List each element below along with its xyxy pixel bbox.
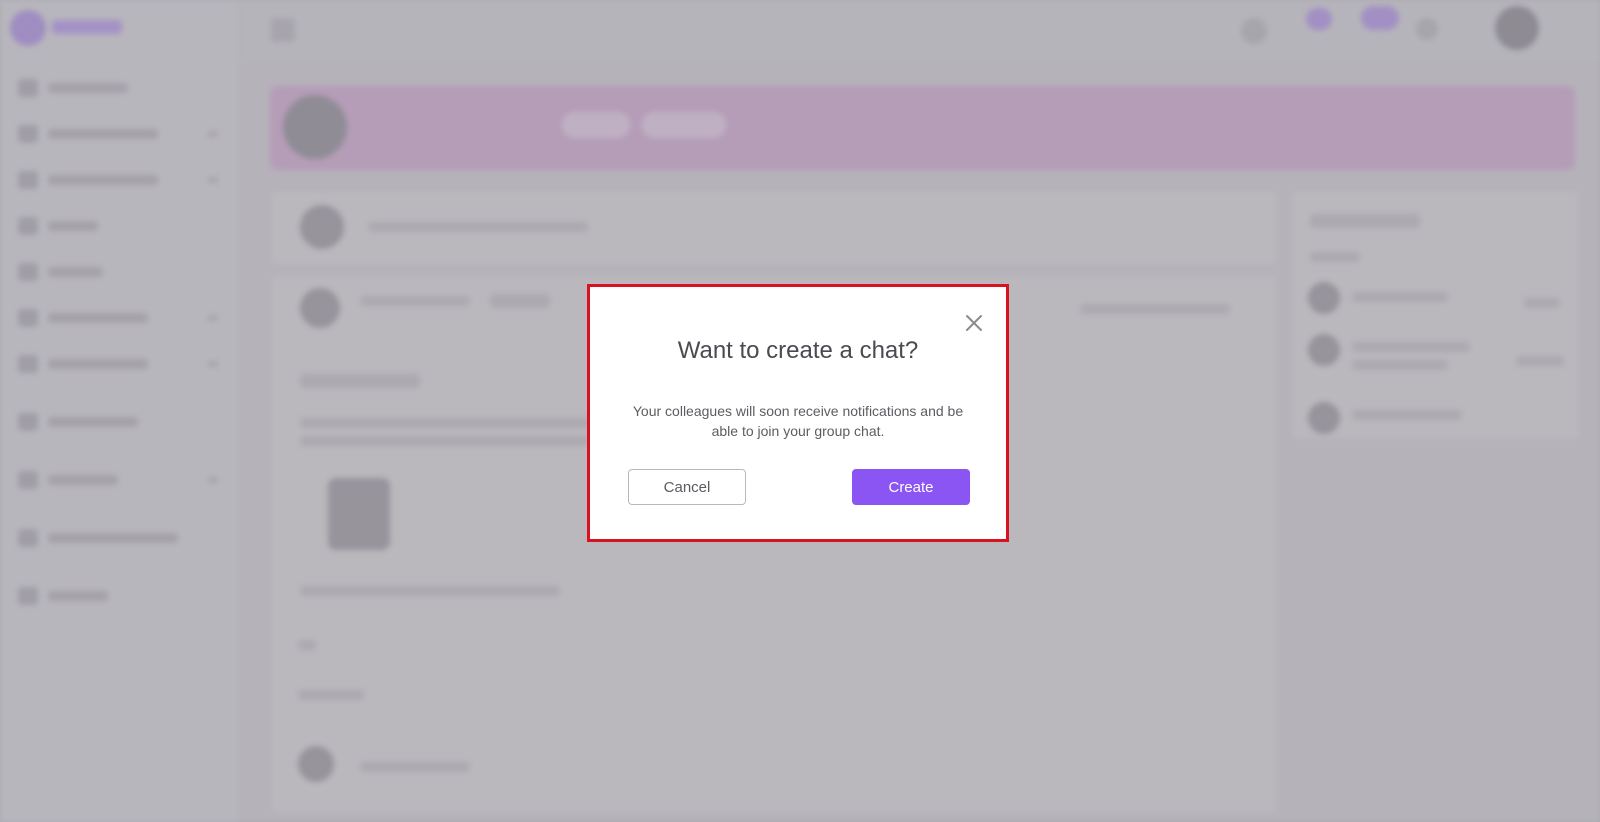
cancel-button[interactable]: Cancel	[628, 469, 746, 505]
create-button[interactable]: Create	[852, 469, 970, 505]
dialog-title: Want to create a chat?	[677, 337, 919, 364]
dialog-message: Your colleagues will soon receive notifi…	[632, 403, 964, 439]
create-chat-dialog: Want to create a chat? Your colleagues w…	[590, 287, 1006, 539]
close-icon[interactable]	[962, 311, 986, 335]
